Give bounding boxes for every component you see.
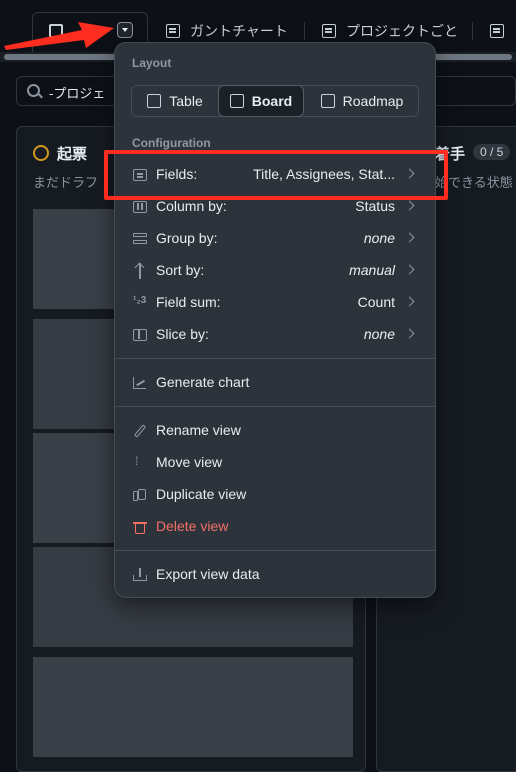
config-field-sum-row[interactable]: ¹₂3 Field sum: Count	[115, 287, 435, 319]
chevron-right-icon	[404, 296, 415, 307]
config-value: Status	[355, 198, 395, 214]
tab-label: ガントチャート	[190, 23, 288, 39]
duplicate-view-item[interactable]: Duplicate view	[115, 479, 435, 511]
board-icon	[229, 94, 244, 108]
chevron-right-icon	[404, 264, 415, 275]
chevron-right-icon	[404, 328, 415, 339]
config-value: none	[363, 230, 395, 246]
config-slice-by-row[interactable]: Slice by: none	[115, 319, 435, 351]
config-sort-by-row[interactable]: Sort by: manual	[115, 255, 435, 287]
column-count-badge: 0 / 5	[473, 144, 511, 160]
table-icon	[490, 24, 504, 38]
layout-section-label: Layout	[132, 56, 172, 70]
generate-chart-item[interactable]: Generate chart	[115, 367, 435, 399]
layout-label: Roadmap	[342, 93, 404, 109]
card-blurred[interactable]	[33, 433, 117, 543]
config-label: Sort by:	[156, 262, 205, 278]
status-circle-icon	[33, 145, 49, 161]
config-group-by-row[interactable]: Group by: none	[115, 223, 435, 255]
roadmap-icon	[320, 94, 335, 108]
tab-next[interactable]	[490, 20, 514, 42]
pencil-icon	[133, 425, 147, 437]
view-options-dropdown-button[interactable]	[117, 22, 133, 38]
rename-view-item[interactable]: Rename view	[115, 415, 435, 447]
layout-label: Table	[169, 93, 203, 109]
chevron-right-icon	[404, 200, 415, 211]
menu-divider	[115, 358, 435, 359]
config-value: manual	[349, 262, 395, 278]
config-label: Field sum:	[156, 294, 221, 310]
config-value: Count	[357, 294, 395, 310]
table-icon	[322, 24, 336, 38]
tab-divider	[472, 22, 473, 40]
menu-item-label: Duplicate view	[156, 486, 247, 502]
delete-view-item[interactable]: Delete view	[115, 511, 435, 543]
config-label: Group by:	[156, 230, 218, 246]
layout-switcher: Table Board Roadmap	[131, 85, 419, 117]
annotation-arrow-icon	[4, 22, 114, 50]
columns-icon	[133, 201, 147, 213]
layout-label: Board	[251, 93, 293, 109]
table-icon	[166, 24, 180, 38]
download-icon	[133, 568, 147, 581]
export-view-data-item[interactable]: Export view data	[115, 559, 435, 591]
filter-value: -プロジェ	[49, 86, 106, 101]
menu-item-label: Delete view	[156, 518, 229, 534]
move-view-item[interactable]: ⁞ Move view	[115, 447, 435, 479]
card-blurred[interactable]	[33, 209, 117, 309]
trash-icon	[133, 521, 147, 534]
grabber-icon: ⁞	[135, 454, 138, 468]
menu-divider	[115, 550, 435, 551]
layout-table-button[interactable]: Table	[132, 86, 218, 116]
tab-label: プロジェクトごと	[346, 23, 458, 39]
layout-roadmap-button[interactable]: Roadmap	[306, 86, 418, 116]
card-blurred[interactable]	[33, 657, 353, 757]
layout-board-button[interactable]: Board	[218, 85, 304, 117]
tab-divider	[304, 22, 305, 40]
menu-divider	[115, 406, 435, 407]
chevron-right-icon	[404, 232, 415, 243]
slice-icon	[133, 329, 147, 341]
menu-item-label: Generate chart	[156, 374, 250, 390]
sort-icon	[133, 263, 147, 279]
menu-item-label: Move view	[156, 454, 223, 470]
column-title: 起票	[57, 146, 88, 163]
table-icon	[147, 94, 162, 108]
group-icon	[133, 233, 147, 245]
menu-item-label: Rename view	[156, 422, 241, 438]
config-label: Column by:	[156, 198, 227, 214]
sum-icon: ¹₂3	[133, 295, 147, 306]
graph-icon	[133, 377, 147, 389]
menu-item-label: Export view data	[156, 566, 260, 582]
tab-by-project[interactable]: プロジェクトごと	[322, 20, 458, 42]
configuration-section-label: Configuration	[132, 136, 211, 150]
config-value: none	[363, 326, 395, 342]
tab-gantt-chart[interactable]: ガントチャート	[166, 20, 288, 42]
card-blurred[interactable]	[33, 319, 117, 429]
config-label: Slice by:	[156, 326, 209, 342]
view-options-menu: Layout Table Board Roadmap Configuration…	[114, 42, 436, 598]
search-icon	[27, 84, 40, 97]
duplicate-icon	[133, 489, 147, 501]
annotation-highlight-box	[104, 150, 448, 200]
column-description: まだドラフ	[33, 175, 99, 190]
